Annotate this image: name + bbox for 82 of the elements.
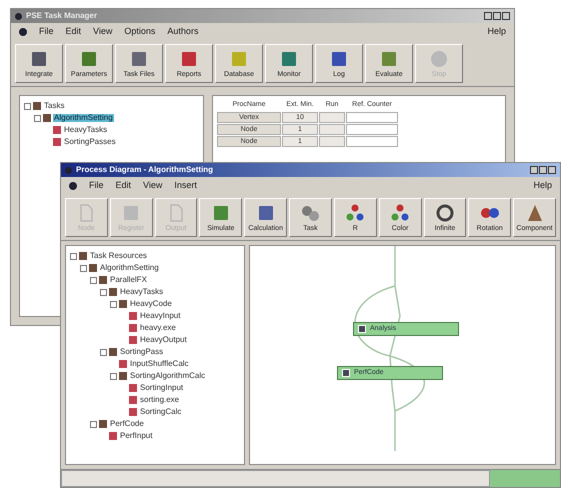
- toolbar-icon: [79, 49, 99, 69]
- table-cell: [346, 124, 398, 134]
- menu-item[interactable]: Options: [124, 25, 156, 39]
- toolbar-icon: [345, 203, 366, 223]
- window-icon: [15, 12, 22, 20]
- node-icon: [79, 252, 87, 260]
- node-icon: [109, 432, 117, 440]
- tree-item[interactable]: HeavyTasks: [63, 126, 108, 134]
- tree-item[interactable]: AlgorithmSetting: [53, 114, 114, 122]
- node-icon: [33, 102, 41, 110]
- window-title: Process Diagram - AlgorithmSetting: [76, 166, 214, 174]
- menu-item[interactable]: Help: [533, 179, 552, 193]
- toolbar-icon: [29, 49, 49, 69]
- tree-item[interactable]: AlgorithmSetting: [99, 264, 160, 272]
- node-icon: [53, 126, 61, 134]
- toolbar-icon: [179, 49, 199, 69]
- app-icon: [69, 182, 77, 190]
- tree-item[interactable]: PerfCode: [109, 420, 145, 428]
- node-icon: [129, 408, 137, 416]
- node-icon: [129, 336, 137, 344]
- node-icon: [43, 114, 51, 122]
- menu-item[interactable]: Insert: [174, 179, 197, 193]
- node-icon: [119, 300, 127, 308]
- tree-item[interactable]: SortingInput: [139, 384, 184, 392]
- node-icon: [99, 420, 107, 428]
- tree-item[interactable]: SortingPasses: [63, 138, 117, 146]
- menu-item[interactable]: File: [39, 25, 54, 39]
- node-icon: [119, 372, 127, 380]
- tree-item[interactable]: HeavyCode: [129, 300, 173, 308]
- menu-item[interactable]: Help: [487, 25, 506, 39]
- menu-item[interactable]: View: [93, 25, 112, 39]
- menu-item[interactable]: Authors: [167, 25, 198, 39]
- menu-item[interactable]: Edit: [66, 25, 82, 39]
- tree-item[interactable]: HeavyOutput: [139, 336, 188, 344]
- node-icon: [129, 384, 137, 392]
- node-icon: [119, 360, 127, 368]
- toolbar-icon: [390, 203, 410, 223]
- tree-item[interactable]: PerfInput: [119, 432, 154, 440]
- tree-item[interactable]: HeavyInput: [139, 312, 182, 320]
- window-controls[interactable]: [530, 166, 556, 174]
- menu-item[interactable]: Edit: [116, 179, 132, 193]
- node-icon: [109, 288, 117, 296]
- node-icon: [129, 324, 137, 332]
- toolbar-icon: [429, 49, 449, 69]
- toolbar-icon: [279, 49, 299, 69]
- window-title: PSE Task Manager: [26, 12, 97, 20]
- tree-item[interactable]: Tasks: [43, 102, 66, 110]
- expander-icon[interactable]: [100, 348, 107, 356]
- toolbar-icon: [329, 49, 349, 69]
- table-cell: [319, 112, 345, 122]
- tree-item[interactable]: heavy.exe: [139, 324, 177, 332]
- node-icon: [109, 348, 117, 356]
- tree-item[interactable]: InputShuffleCalc: [129, 360, 190, 368]
- tree-item[interactable]: ParallelFX: [109, 276, 148, 284]
- toolbar-icon: [379, 49, 399, 69]
- menu-item[interactable]: View: [143, 179, 162, 193]
- window-icon: [65, 166, 72, 174]
- toolbar-icon: [300, 203, 320, 223]
- menu-item[interactable]: File: [89, 179, 104, 193]
- expander-icon[interactable]: [90, 420, 97, 428]
- tree-item[interactable]: Task Resources: [89, 252, 148, 260]
- progress-indicator: [490, 470, 560, 487]
- tree-item[interactable]: HeavyTasks: [119, 288, 164, 296]
- node-icon: [99, 276, 107, 284]
- window-controls[interactable]: [484, 12, 510, 20]
- table-cell: [319, 136, 345, 146]
- table-cell: [346, 136, 398, 146]
- toolbar-icon: [229, 49, 249, 69]
- toolbar-icon: [129, 49, 149, 69]
- app-icon: [19, 28, 27, 36]
- tree-item[interactable]: sorting.exe: [139, 396, 180, 404]
- toolbar-icon: [434, 203, 455, 223]
- table-cell: [319, 124, 345, 134]
- node-icon: [53, 138, 61, 146]
- node-icon: [129, 396, 137, 404]
- tree-item[interactable]: SortingPass: [119, 348, 164, 356]
- node-icon: [89, 264, 97, 272]
- node-icon: [129, 312, 137, 320]
- tree-item[interactable]: SortingAlgorithmCalc: [129, 372, 206, 380]
- tree-item[interactable]: SortingCalc: [139, 408, 182, 416]
- expander-icon[interactable]: [110, 372, 117, 380]
- table-cell: [346, 112, 398, 122]
